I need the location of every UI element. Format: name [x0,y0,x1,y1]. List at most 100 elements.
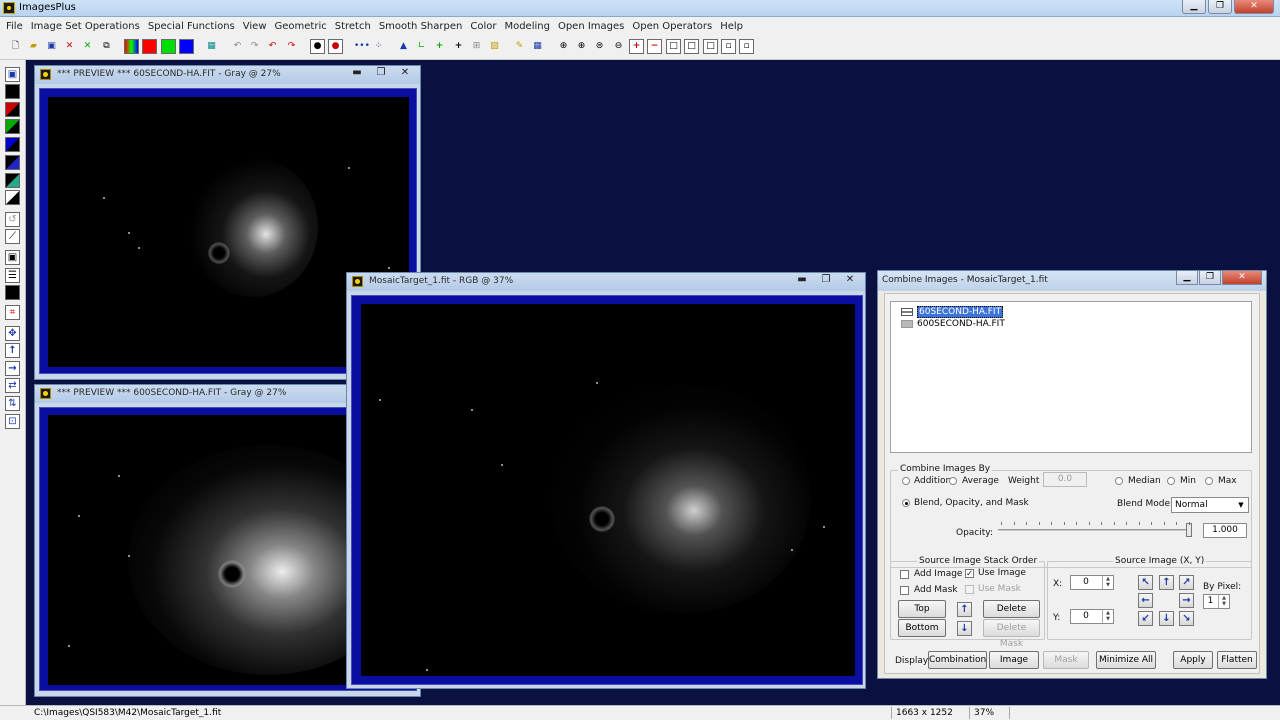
menu-geometric[interactable]: Geometric [271,21,331,32]
spin-arrows-icon[interactable]: ▲ ▼ [1102,610,1113,623]
bottom-button[interactable]: Bottom [898,619,946,637]
mosaic-maximize-button[interactable]: ❐ [815,274,837,288]
layer-item-600s[interactable]: 600SECOND-HA.FIT [901,318,1005,329]
mosaic-image[interactable] [361,304,855,676]
opacity-slider[interactable] [998,522,1192,540]
addition-radio[interactable] [902,477,910,485]
grid-icon[interactable]: ▦ [204,39,219,54]
median-radio[interactable] [1115,477,1123,485]
arrow-down-icon[interactable]: ↓ [1159,611,1174,626]
frame-5-icon[interactable]: ▫ [739,39,754,54]
frame-4-icon[interactable]: ▫ [721,39,736,54]
menu-smooth-sharpen[interactable]: Smooth Sharpen [375,21,467,32]
line-dots-icon[interactable]: ••• [353,39,370,54]
arrow-right-icon[interactable]: → [5,361,20,376]
layer-tree[interactable]: 60SECOND-HA.FIT 600SECOND-HA.FIT [890,301,1252,453]
red-layer-icon[interactable] [5,102,20,117]
crosshair-icon[interactable]: + [432,39,447,54]
flatten-button[interactable]: Flatten [1217,651,1257,669]
menu-open-operators[interactable]: Open Operators [628,21,716,32]
image-button[interactable]: Image [989,651,1039,669]
app-maximize-button[interactable]: ❐ [1208,0,1232,14]
opacity-field[interactable]: 1.000 [1203,523,1247,538]
menu-modeling[interactable]: Modeling [500,21,554,32]
zoom-in-icon[interactable]: ⊕ [574,39,589,54]
copy-icon[interactable]: ⧉ [99,39,114,54]
zoom-icon[interactable]: ⊕ [556,39,571,54]
move-up-arrow-icon[interactable]: ↑ [957,602,972,617]
blend-radio[interactable] [902,499,910,507]
flip-horizontal-icon[interactable]: ⇄ [5,378,20,393]
rgb-channels-icon[interactable] [124,39,139,54]
record-icon[interactable]: ● [328,39,343,54]
arrow-up-left-icon[interactable]: ↖ [1138,575,1153,590]
save-icon[interactable]: ▣ [5,67,20,82]
move-all-icon[interactable]: ✥ [5,326,20,341]
arrow-down-left-icon[interactable]: ↙ [1138,611,1153,626]
redo-icon[interactable]: ↷ [284,39,299,54]
combine-close-button[interactable]: ✕ [1222,271,1262,285]
invert-icon[interactable] [5,190,20,205]
frame-1-icon[interactable]: □ [666,39,681,54]
arrow-up-right-icon[interactable]: ↗ [1179,575,1194,590]
photo-icon[interactable]: ▨ [487,39,502,54]
menu-view[interactable]: View [239,21,271,32]
mosaic-target-window[interactable]: MosaicTarget_1.fit - RGB @ 37% ▬ ❐ ✕ [346,272,866,689]
zoom-out-icon[interactable]: ⊖ [611,39,626,54]
menu-help[interactable]: Help [716,21,747,32]
zoom-fit-icon[interactable]: ⊜ [592,39,607,54]
green-channel-icon[interactable] [161,39,176,54]
combination-button[interactable]: Combination [928,651,987,669]
remove-box-icon[interactable]: − [647,39,662,54]
layer-item-60s[interactable]: 60SECOND-HA.FIT [901,305,1004,318]
blue-channel-icon[interactable] [179,39,194,54]
save-icon[interactable]: ▣ [44,39,59,54]
arrow-down-right-icon[interactable]: ↘ [1179,611,1194,626]
add-mask-checkbox[interactable] [900,586,909,595]
frame-select-icon[interactable]: ▣ [5,250,20,265]
top-button[interactable]: Top [898,600,946,618]
list-icon[interactable]: ☰ [5,268,20,283]
frame-3-icon[interactable]: □ [703,39,718,54]
new-file-icon[interactable]: 🗋 [8,39,23,54]
center-cross-icon[interactable]: + [451,39,466,54]
combine-images-dialog[interactable]: Combine Images - MosaicTarget_1.fit ▁ ❐ … [877,270,1267,679]
black-point-icon[interactable] [5,84,20,99]
combine-minimize-button[interactable]: ▁ [1176,271,1198,285]
opacity-slider-thumb[interactable] [1186,523,1192,537]
red-channel-icon[interactable] [142,39,157,54]
arrow-left-icon[interactable]: ← [1138,593,1153,608]
min-radio[interactable] [1167,477,1175,485]
blue-layer-icon[interactable] [5,137,20,152]
menu-open-images[interactable]: Open Images [554,21,628,32]
average-radio[interactable] [949,477,957,485]
histogram-icon[interactable]: ▲ [396,39,411,54]
delete-image-button[interactable]: Delete Image [983,600,1040,630]
close-image-icon[interactable]: ✕ [62,39,77,54]
menu-stretch[interactable]: Stretch [331,21,375,32]
scatter-icon[interactable]: ⁘ [371,39,386,54]
preview-60s-close-button[interactable]: ✕ [394,67,416,81]
flip-vertical-icon[interactable]: ⇅ [5,396,20,411]
mask-icon[interactable] [5,285,20,300]
mosaic-minimize-button[interactable]: ▬ [791,274,813,288]
close-all-icon[interactable]: ✕ [80,39,95,54]
by-pixel-stepper[interactable]: 1 ▲ ▼ [1203,594,1230,609]
pencil-icon[interactable]: ✎ [512,39,527,54]
use-image-checkbox[interactable]: ✓ [965,569,974,578]
arrow-up-icon[interactable]: ↑ [1159,575,1174,590]
combine-maximize-button[interactable]: ❐ [1199,271,1221,285]
preview-60s-title-bar[interactable]: *** PREVIEW *** 60SECOND-HA.FIT - Gray @… [35,66,420,84]
add-box-icon[interactable]: + [629,39,644,54]
add-image-checkbox[interactable] [900,570,909,579]
spin-arrows-icon[interactable]: ▲ ▼ [1102,576,1113,589]
open-folder-icon[interactable]: ▰ [26,39,41,54]
table-icon[interactable]: ▦ [530,39,545,54]
menu-file[interactable]: File [2,21,27,32]
menu-color[interactable]: Color [466,21,500,32]
arrow-right-icon[interactable]: → [1179,593,1194,608]
arrow-up-icon[interactable]: ↑ [5,343,20,358]
blend-mode-select[interactable]: Normal ▼ [1171,497,1249,513]
chroma-layer-icon[interactable] [5,173,20,188]
green-layer-icon[interactable] [5,119,20,134]
